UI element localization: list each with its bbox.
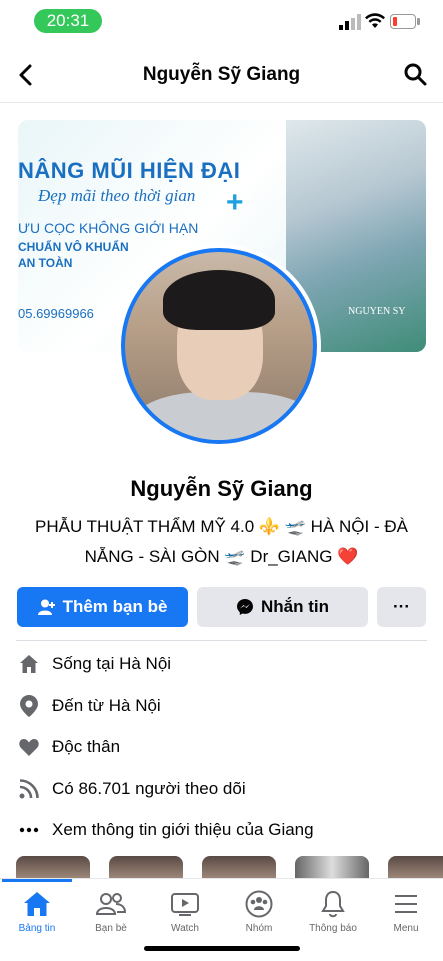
photo-thumbnail[interactable] [202,856,276,878]
top-header: Nguyễn Sỹ Giang [0,50,443,103]
cover-text: CHUẨN VÔ KHUẨN [18,240,129,254]
cellular-signal-icon [339,14,361,30]
wifi-icon [365,13,385,28]
plus-cross-icon: + [226,186,244,219]
watch-icon [148,889,222,919]
location-pin-icon [18,695,40,717]
more-dots-icon: ··· [393,597,410,616]
tab-home[interactable]: Bảng tin [0,889,74,934]
more-options-button[interactable]: ··· [377,587,426,627]
active-tab-indicator [2,879,72,882]
page-title: Nguyễn Sỹ Giang [142,64,301,85]
photo-thumbnail[interactable] [109,856,183,878]
photo-strip [0,856,443,878]
message-label: Nhắn tin [261,597,329,616]
info-text: Sống tại Hà Nội [52,654,172,673]
avatar-photo [121,248,317,444]
bio-line: PHẪU THUẬT THẨM MỸ 4.0 ⚜️ 🛫 HÀ NỘI - ĐÀ [35,517,408,536]
photo-thumbnail[interactable] [295,856,369,878]
info-text: Xem thông tin giới thiệu của Giang [52,820,314,839]
tab-groups[interactable]: Nhóm [222,889,296,934]
tab-notifications[interactable]: Thông báo [296,889,370,934]
search-icon[interactable] [403,62,427,86]
tab-friends[interactable]: Bạn bè [74,889,148,934]
profile-name: Nguyễn Sỹ Giang [130,476,313,501]
info-row-relationship: Độc thân [18,735,425,759]
heart-icon [18,736,40,758]
profile-avatar[interactable] [117,244,321,448]
info-row-from: Đến từ Hà Nội [18,694,425,718]
status-time: 20:31 [34,9,102,33]
cover-text: ƯU CỌC KHÔNG GIỚI HẠN [18,220,199,236]
section-divider [16,640,427,641]
cover-phone: 05.69969966 [18,306,94,321]
rss-icon [18,778,40,800]
add-friend-label: Thêm bạn bè [62,597,168,616]
bell-icon [296,889,370,919]
tab-label: Thông báo [309,923,357,934]
add-friend-button[interactable]: Thêm bạn bè [17,587,188,627]
add-friend-icon [37,599,55,615]
photo-thumbnail[interactable] [16,856,90,878]
more-dots-icon [18,819,40,841]
photo-thumbnail[interactable] [388,856,443,878]
info-row-followers[interactable]: Có 86.701 người theo dõi [18,777,425,801]
tab-label: Nhóm [245,923,273,934]
home-icon [0,889,74,919]
home-indicator [144,946,300,951]
tab-label: Bạn bè [95,923,127,934]
profile-bio: PHẪU THUẬT THẨM MỸ 4.0 ⚜️ 🛫 HÀ NỘI - ĐÀ … [20,512,423,572]
cover-watermark: NGUYEN SY [348,306,406,317]
cover-text: NÂNG MŨI HIỆN ĐẠI [18,158,241,183]
tab-label: Menu [393,923,419,934]
message-button[interactable]: Nhắn tin [197,587,368,627]
menu-icon [369,889,443,919]
info-text: Đến từ Hà Nội [52,696,161,715]
home-icon [18,653,40,675]
messenger-icon [237,599,253,615]
cover-text: Đẹp mãi theo thời gian [38,186,196,205]
info-text: Có 86.701 người theo dõi [52,779,246,798]
friends-icon [74,889,148,919]
info-row-lives-in: Sống tại Hà Nội [18,652,425,676]
cover-text: AN TOÀN [18,256,73,270]
tab-label: Watch [171,923,199,934]
tab-watch[interactable]: Watch [148,889,222,934]
tab-menu[interactable]: Menu [369,889,443,934]
see-about-info-link[interactable]: Xem thông tin giới thiệu của Giang [18,818,425,842]
tab-label: Bảng tin [18,923,56,934]
battery-icon [390,14,420,29]
groups-icon [222,889,296,919]
status-bar: 20:31 [0,0,443,44]
info-text: Độc thân [52,737,121,756]
bio-line: NẴNG - SÀI GÒN 🛫 Dr_GIANG ❤️ [84,547,359,566]
